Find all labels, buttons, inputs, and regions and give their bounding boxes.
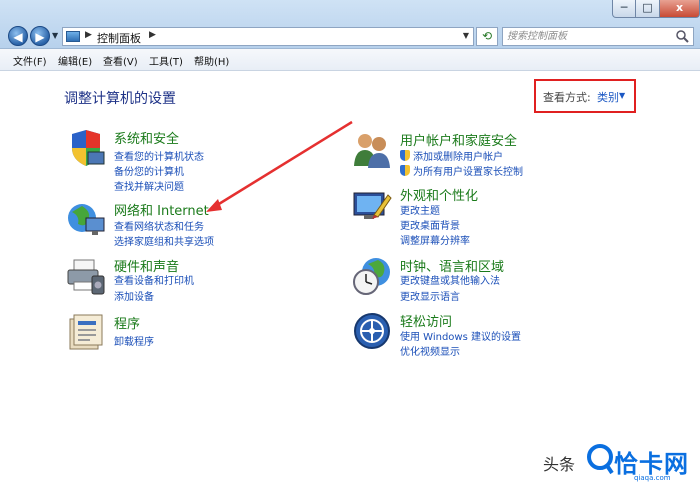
- watermark-logo-icon: [587, 444, 614, 475]
- watermark-text: 头条: [543, 455, 576, 474]
- annotation-arrow: [206, 120, 353, 212]
- watermark-url: qiaqa.com: [634, 474, 671, 482]
